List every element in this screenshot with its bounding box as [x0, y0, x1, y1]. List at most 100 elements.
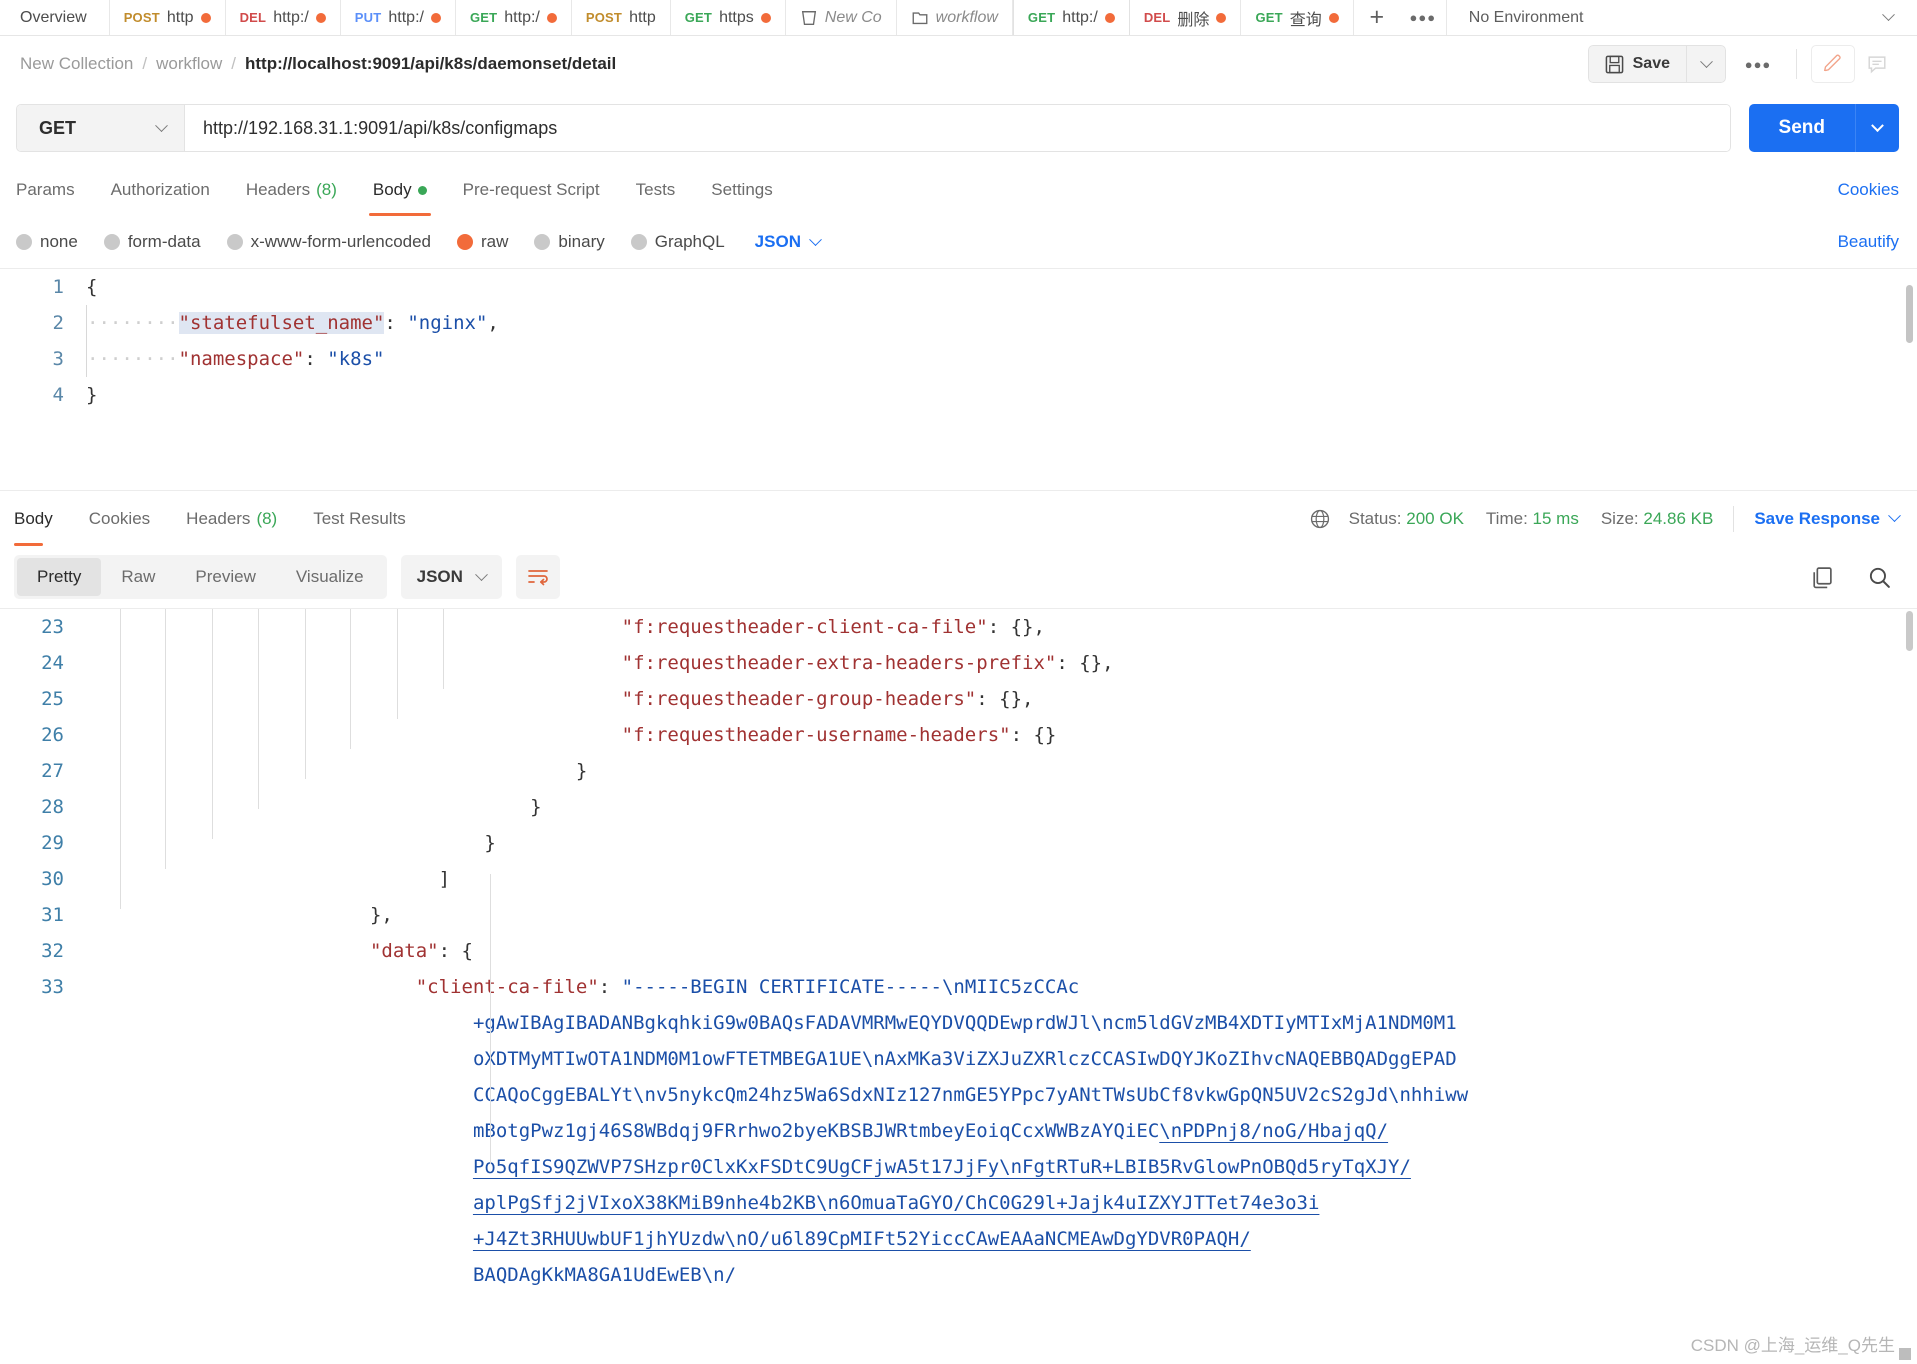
body-type-GraphQL[interactable]: GraphQL	[630, 232, 725, 252]
request-tab-1[interactable]: DEL http:/	[226, 0, 341, 35]
request-subtab-label: Body	[372, 180, 412, 199]
comments-button[interactable]	[1855, 45, 1899, 83]
request-code-line: 2 ········"statefulset_name": "nginx",	[0, 305, 1917, 341]
tab-method: POST	[123, 10, 160, 25]
code-token[interactable]: +J4Zt3RHUUwbUF1jhYUzdw\nO/u6l89CpMIFt52Y…	[473, 1228, 1251, 1250]
line-text: }	[84, 753, 587, 789]
code-token[interactable]: aplPgSfj2jVIxoX38KMiB9nhe4b2KB\n6OmuaTaG…	[473, 1192, 1319, 1214]
request-body-code[interactable]: 1{2 ········"statefulset_name": "nginx", 3…	[0, 269, 1917, 413]
body-type-form-data[interactable]: form-data	[103, 232, 201, 252]
code-token[interactable]: Po5qfIS9QZWVP7SHzpr0ClxKxFSDtC9UgCFjwA5t…	[473, 1156, 1411, 1178]
request-tab-4[interactable]: POST http	[572, 0, 671, 35]
request-tab-6[interactable]: New Co	[786, 0, 897, 35]
chevron-down-icon	[1888, 509, 1901, 523]
breadcrumb-item-collection[interactable]: New Collection	[20, 54, 133, 74]
body-type-raw[interactable]: raw	[457, 232, 508, 252]
response-subtab-cookies[interactable]: Cookies	[71, 491, 168, 546]
chevron-down-icon	[155, 118, 168, 132]
search-response-button[interactable]	[1859, 557, 1899, 597]
tab-overview[interactable]: Overview	[0, 0, 110, 35]
request-subtab-body[interactable]: Body	[355, 164, 445, 216]
request-tab-10[interactable]: GET 查询	[1241, 0, 1354, 35]
save-response-button[interactable]: Save Response	[1754, 509, 1901, 529]
request-subtab-label: Settings	[711, 180, 773, 199]
tab-label: http:/	[504, 8, 540, 26]
tab-method: DEL	[239, 10, 267, 25]
request-editor-scrollbar[interactable]	[1906, 285, 1913, 343]
response-code-line: CCAQoCggEBALYt\nv5nykcQm24hz5Wa6SdxNIz12…	[0, 1077, 1917, 1113]
response-scrollbar[interactable]	[1906, 611, 1913, 651]
line-text: "f:requestheader-client-ca-file": {},	[84, 609, 1045, 645]
breadcrumb-item-folder[interactable]: workflow	[156, 54, 222, 74]
response-subtab-headers[interactable]: Headers (8)	[168, 491, 295, 546]
environment-selector[interactable]: No Environment	[1445, 0, 1917, 35]
body-type-none[interactable]: none	[16, 232, 78, 252]
request-code-line: 3 ········"namespace": "k8s"	[0, 341, 1917, 377]
copy-icon	[1812, 566, 1832, 588]
body-type-label: none	[40, 232, 78, 251]
status-metric: Status: 200 OK	[1349, 509, 1464, 529]
response-code-line: aplPgSfj2jVIxoX38KMiB9nhe4b2KB\n6OmuaTaG…	[0, 1185, 1917, 1221]
response-body[interactable]: 23 "f:requestheader-client-ca-file": {},…	[0, 608, 1917, 1364]
request-tab-5[interactable]: GET https	[671, 0, 786, 35]
request-tab-8[interactable]: GET http:/	[1012, 0, 1130, 35]
tabstrip-more-button[interactable]: ●●●	[1400, 0, 1446, 36]
body-format-selector[interactable]: JSON	[754, 232, 822, 252]
toolbar-divider	[1796, 49, 1797, 79]
code-token: oXDTMyMTIwOTA1NDM0M1owFTETMBEGA1UE\nAxMK…	[472, 1048, 1457, 1070]
beautify-link[interactable]: Beautify	[1838, 232, 1899, 252]
body-type-binary[interactable]: binary	[534, 232, 605, 252]
code-token[interactable]: \nPDPnj8/noG/HbajqQ/	[1159, 1120, 1388, 1142]
request-tab-9[interactable]: DEL 删除	[1130, 0, 1242, 35]
time-metric: Time: 15 ms	[1486, 509, 1579, 529]
url-input[interactable]: http://192.168.31.1:9091/api/k8s/configm…	[185, 105, 1730, 151]
view-mode-preview[interactable]: Preview	[175, 558, 275, 596]
wrap-lines-button[interactable]	[515, 555, 560, 599]
body-type-row: none form-data x-www-form-urlencoded raw bin…	[0, 216, 1917, 268]
save-button[interactable]: Save	[1587, 45, 1686, 83]
request-subtab-authorization[interactable]: Authorization	[93, 164, 228, 216]
copy-response-button[interactable]	[1801, 557, 1841, 597]
request-subtab-headers[interactable]: Headers (8)	[228, 164, 355, 216]
edit-request-button[interactable]	[1811, 45, 1855, 83]
view-mode-visualize[interactable]: Visualize	[276, 558, 384, 596]
body-format-label: JSON	[754, 232, 801, 251]
request-tab-7[interactable]: workflow	[897, 0, 1013, 35]
response-subtab-body[interactable]: Body	[14, 491, 71, 546]
response-format-selector[interactable]: JSON	[400, 555, 502, 599]
view-mode-raw[interactable]: Raw	[101, 558, 175, 596]
tab-method: GET	[1027, 10, 1056, 25]
request-subtab-tests[interactable]: Tests	[618, 164, 694, 216]
cookies-link[interactable]: Cookies	[1838, 164, 1899, 216]
request-subtab-label: Pre-request Script	[462, 180, 600, 199]
postman-window: Overview POST http DEL http:/PUT http:/GET ht…	[0, 0, 1917, 1364]
response-code-line: mBotgPwz1gj46S8WBdqj9FRrhwo2byeKBSBJWRtm…	[0, 1113, 1917, 1149]
http-method-selector[interactable]: GET	[17, 105, 185, 151]
view-mode-pretty[interactable]: Pretty	[17, 558, 102, 596]
url-bar: GET http://192.168.31.1:9091/api/k8s/con…	[16, 104, 1731, 152]
save-options-button[interactable]	[1686, 45, 1726, 83]
new-tab-button[interactable]: +	[1354, 0, 1400, 36]
request-subtab-settings[interactable]: Settings	[693, 164, 790, 216]
response-subtab-test-results[interactable]: Test Results	[295, 491, 424, 546]
request-tab-2[interactable]: PUT http:/	[341, 0, 456, 35]
request-subtab-params[interactable]: Params	[16, 164, 93, 216]
request-subtab-pre-request-script[interactable]: Pre-request Script	[445, 164, 618, 216]
more-horizontal-icon: ●●●	[1744, 56, 1772, 72]
request-more-button[interactable]: ●●●	[1734, 45, 1782, 83]
send-options-button[interactable]	[1855, 104, 1899, 152]
response-code-line: 23 "f:requestheader-client-ca-file": {},	[0, 609, 1917, 645]
body-type-x-www-form-urlencoded[interactable]: x-www-form-urlencoded	[226, 232, 431, 252]
response-header: Body Cookies Headers (8) Test Results Status…	[0, 490, 1917, 546]
tab-label: http	[166, 8, 194, 26]
request-tab-0[interactable]: POST http	[110, 0, 226, 35]
send-button[interactable]: Send	[1748, 104, 1855, 152]
code-token: "nginx"	[407, 312, 488, 334]
response-code-line: 29 }	[0, 825, 1917, 861]
chevron-down-icon	[1882, 8, 1895, 22]
request-tab-3[interactable]: GET http:/	[456, 0, 572, 35]
response-body-code[interactable]: 23 "f:requestheader-client-ca-file": {},…	[0, 609, 1917, 1293]
resize-handle[interactable]	[1899, 1348, 1911, 1360]
request-body-editor[interactable]: 1{2 ········"statefulset_name": "nginx", 3…	[0, 268, 1917, 490]
